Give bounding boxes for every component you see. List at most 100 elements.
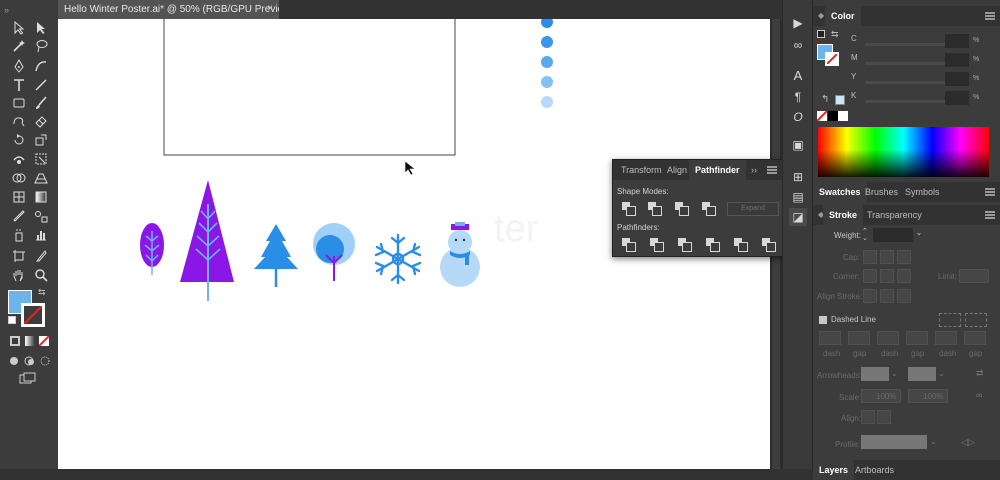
weight-field[interactable]	[873, 228, 913, 242]
tab-transparency[interactable]: Transparency	[861, 205, 928, 225]
swap-fill-stroke-icon[interactable]: ⇆	[38, 287, 46, 298]
align-dash-corners-icon[interactable]	[965, 313, 987, 327]
outline-icon[interactable]	[733, 237, 748, 252]
direct-selection-tool-icon[interactable]	[32, 20, 50, 36]
lasso-tool-icon[interactable]	[32, 38, 50, 54]
zoom-tool-icon[interactable]	[32, 267, 50, 283]
hand-tool-icon[interactable]	[10, 267, 28, 283]
dash-field-3[interactable]	[935, 331, 957, 345]
close-tab-icon[interactable]: ×	[267, 3, 273, 14]
weight-stepper-icon[interactable]: ⌃ ⌄	[862, 228, 872, 242]
butt-cap-icon[interactable]	[863, 250, 877, 264]
start-scale-field[interactable]: 100%	[861, 389, 901, 403]
draw-behind-icon[interactable]	[24, 353, 36, 366]
slice-tool-icon[interactable]	[32, 248, 50, 264]
end-arrowhead-dropdown-icon[interactable]: ⌄	[938, 369, 945, 378]
arrow-extend-icon[interactable]	[861, 410, 875, 424]
tab-transform[interactable]: Transform	[615, 160, 668, 180]
graph-tool-icon[interactable]	[32, 227, 50, 243]
color-menu-icon[interactable]	[985, 12, 995, 20]
round-cap-icon[interactable]	[880, 250, 894, 264]
tab-color[interactable]: Color	[825, 6, 861, 26]
intersect-icon[interactable]	[674, 201, 689, 216]
document-tab[interactable]: Hello Winter Poster.ai* @ 50% (RGB/GPU P…	[58, 0, 294, 19]
projecting-cap-icon[interactable]	[897, 250, 911, 264]
gap-field-3[interactable]	[964, 331, 986, 345]
miter-join-icon[interactable]	[863, 269, 877, 283]
panel-more-icon[interactable]: ››	[751, 165, 757, 175]
rotate-tool-icon[interactable]	[10, 132, 28, 148]
align-inside-icon[interactable]	[880, 289, 894, 303]
color-mode-icon[interactable]	[10, 336, 20, 346]
tab-stroke[interactable]: Stroke	[823, 205, 864, 225]
end-arrowhead-select[interactable]	[908, 367, 936, 381]
tab-symbols[interactable]: Symbols	[899, 182, 946, 202]
align-center-icon[interactable]	[863, 289, 877, 303]
out-of-gamut-icon[interactable]: ↰	[821, 94, 829, 105]
pen-tool-icon[interactable]	[10, 58, 28, 74]
tab-artboards[interactable]: Artboards	[849, 460, 900, 480]
paintbrush-tool-icon[interactable]	[32, 95, 50, 111]
none-color-chip[interactable]	[817, 111, 827, 121]
stroke-menu-icon[interactable]	[985, 211, 995, 219]
merge-icon[interactable]	[677, 237, 692, 252]
preserve-dash-icon[interactable]	[939, 313, 961, 327]
warp-tool-icon[interactable]	[10, 151, 28, 167]
end-scale-field[interactable]: 100%	[908, 389, 948, 403]
flip-along-icon[interactable]: ◁▷	[961, 437, 975, 448]
draw-inside-icon[interactable]	[40, 353, 52, 366]
yellow-slider[interactable]	[865, 81, 955, 84]
character-icon[interactable]: A	[789, 66, 807, 84]
yellow-value-field[interactable]	[945, 72, 969, 86]
eraser-tool-icon[interactable]	[32, 113, 50, 129]
opentype-icon[interactable]: O	[789, 108, 807, 126]
shape-builder-tool-icon[interactable]	[10, 170, 28, 186]
crop-icon[interactable]	[705, 237, 720, 252]
panel-collapse-icon[interactable]: »	[2, 2, 20, 18]
collapse-panel-icon[interactable]: ◆	[818, 11, 824, 20]
bevel-join-icon[interactable]	[897, 269, 911, 283]
profile-dropdown-icon[interactable]: ⌄	[930, 437, 937, 446]
actions-play-icon[interactable]: ▶	[789, 14, 807, 32]
pathfinder-icon[interactable]: ◪	[789, 208, 807, 226]
selection-tool-icon[interactable]	[10, 20, 28, 36]
stroke-swatch[interactable]	[21, 303, 45, 327]
align-icon[interactable]: ▤	[789, 188, 807, 206]
libraries-icon[interactable]: ▣	[789, 136, 807, 154]
color-stroke-swatch[interactable]	[825, 52, 839, 66]
black-value-field[interactable]	[945, 91, 969, 105]
default-fill-stroke-icon[interactable]	[8, 316, 16, 324]
gap-field-2[interactable]	[906, 331, 928, 345]
gap-field-1[interactable]	[848, 331, 870, 345]
transform-icon[interactable]: ⊞	[789, 168, 807, 186]
white-color-chip[interactable]	[838, 111, 848, 121]
rectangle-tool-icon[interactable]	[10, 95, 28, 111]
align-outside-icon[interactable]	[897, 289, 911, 303]
tab-brushes[interactable]: Brushes	[859, 182, 904, 202]
start-arrowhead-dropdown-icon[interactable]: ⌄	[891, 369, 898, 378]
links-icon[interactable]: ∞	[789, 36, 807, 54]
swap-arrowheads-icon[interactable]: ⇄	[976, 368, 984, 379]
dashed-line-checkbox[interactable]	[819, 316, 827, 324]
profile-select[interactable]	[861, 435, 927, 449]
pathfinder-menu-icon[interactable]	[767, 166, 777, 174]
magenta-slider[interactable]	[865, 62, 955, 65]
symbol-sprayer-tool-icon[interactable]	[10, 227, 28, 243]
perspective-grid-tool-icon[interactable]	[32, 170, 50, 186]
expand-button[interactable]: Expand	[727, 202, 779, 216]
artboard-tool-icon[interactable]	[10, 248, 28, 264]
gradient-tool-icon[interactable]	[32, 189, 50, 205]
limit-field[interactable]	[959, 269, 989, 283]
exclude-icon[interactable]	[701, 201, 716, 216]
draw-normal-icon[interactable]	[9, 353, 21, 365]
arrow-place-icon[interactable]	[877, 410, 891, 424]
shaper-tool-icon[interactable]	[10, 113, 28, 129]
scale-tool-icon[interactable]	[32, 132, 50, 148]
minus-front-icon[interactable]	[647, 201, 662, 216]
eyedropper-tool-icon[interactable]	[10, 208, 28, 224]
cyan-value-field[interactable]	[945, 34, 969, 48]
free-transform-tool-icon[interactable]	[32, 151, 50, 167]
screen-mode-icon[interactable]	[19, 371, 37, 384]
round-join-icon[interactable]	[880, 269, 894, 283]
none-mode-icon[interactable]	[39, 336, 49, 346]
